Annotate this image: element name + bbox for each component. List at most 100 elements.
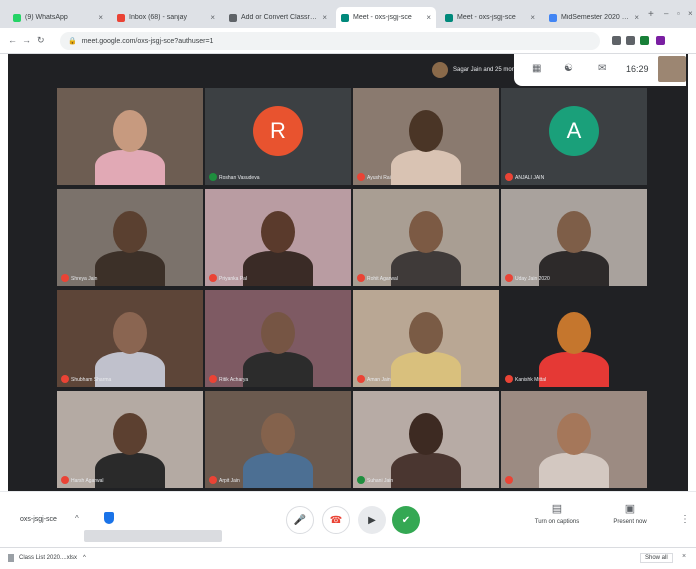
- tooltip-bar: [84, 530, 222, 542]
- present-check-button[interactable]: ✔: [392, 506, 420, 534]
- browser-tab[interactable]: Add or Convert Classroom ×: [224, 7, 332, 28]
- url-text: meet.google.com/oxs-jsgj-sce?authuser=1: [81, 37, 214, 45]
- browser-tab[interactable]: (9) WhatsApp ×: [8, 7, 108, 28]
- participant-tile[interactable]: Uday Jain 2020: [501, 189, 647, 286]
- participant-tile[interactable]: Priyanka Pal: [205, 189, 351, 286]
- close-tab-icon[interactable]: ×: [322, 13, 327, 22]
- close-window-button[interactable]: ×: [688, 9, 693, 18]
- extension-icon[interactable]: [656, 36, 665, 45]
- meeting-controls-bar: oxs-jsgj-sce ^ 🎤 ☎ ▶ ✔ ▤ Turn on caption…: [0, 491, 696, 547]
- present-now-button[interactable]: ▣ Present now: [604, 502, 656, 525]
- participant-video-head: [409, 413, 443, 455]
- participant-video-body: [391, 453, 461, 488]
- participant-video-body: [95, 251, 165, 286]
- participant-video-head: [113, 211, 147, 253]
- maximize-button[interactable]: ▫: [677, 9, 680, 18]
- present-icon: ▣: [624, 503, 636, 515]
- meeting-code[interactable]: oxs-jsgj-sce: [20, 516, 57, 523]
- extension-icon[interactable]: [626, 36, 635, 45]
- mic-muted-icon: [505, 173, 513, 181]
- close-tab-icon[interactable]: ×: [98, 13, 103, 22]
- participant-video-head: [261, 211, 295, 253]
- url-input[interactable]: 🔒 meet.google.com/oxs-jsgj-sce?authuser=…: [60, 32, 600, 50]
- extension-icon[interactable]: [612, 36, 621, 45]
- shield-icon: [104, 512, 114, 524]
- participant-name: Aman Jain: [367, 377, 391, 383]
- meet-grid: Sagar Jain and 25 more ▦ ☯ ✉ 16:29 R Rosh…: [8, 54, 688, 491]
- phone-hangup-icon: ☎: [329, 514, 343, 526]
- close-tab-icon[interactable]: ×: [210, 13, 215, 22]
- forward-arrow-icon[interactable]: →: [22, 35, 31, 45]
- tab-title: Inbox (68) - sanjay: [129, 14, 187, 21]
- participant-tile[interactable]: Ayushi Rai: [353, 88, 499, 185]
- checkmark-icon: ✔: [401, 514, 411, 526]
- self-view-thumbnail[interactable]: [658, 56, 686, 82]
- show-all-button[interactable]: Show all: [640, 553, 673, 563]
- participant-tile[interactable]: Rohit Agarwal: [353, 189, 499, 286]
- participant-video-body: [539, 453, 609, 488]
- reload-icon[interactable]: ↻: [37, 35, 45, 46]
- browser-tab[interactable]: Meet - oxs-jsgj-sce ×: [440, 7, 540, 28]
- participant-name: Harsh Agarwal: [71, 478, 104, 484]
- mic-muted-icon: [61, 375, 69, 383]
- extension-icon[interactable]: [640, 36, 649, 45]
- participant-tile[interactable]: Kanishk Mittal: [501, 290, 647, 387]
- participant-name: Shubham Sharma: [71, 377, 112, 383]
- mic-muted-icon: [209, 375, 217, 383]
- participant-name: Rohit Agarwal: [367, 276, 398, 282]
- captions-button[interactable]: ▤ Turn on captions: [528, 502, 586, 525]
- chevron-up-icon[interactable]: ^: [75, 514, 79, 523]
- close-tab-icon[interactable]: ×: [634, 13, 639, 22]
- participant-tile[interactable]: Shubham Sharma: [57, 290, 203, 387]
- meeting-clock: 16:29: [626, 64, 649, 74]
- chat-icon[interactable]: ✉: [598, 63, 606, 74]
- participant-video-body: [391, 352, 461, 387]
- participant-video-head: [409, 110, 443, 152]
- participant-avatar: R: [253, 106, 303, 156]
- participant-video-head: [557, 312, 591, 354]
- close-icon[interactable]: ×: [682, 553, 686, 560]
- grid-layout-icon[interactable]: ▦: [532, 63, 541, 74]
- participant-tile[interactable]: Aman Jain: [353, 290, 499, 387]
- people-icon[interactable]: ☯: [564, 63, 573, 74]
- participant-video-body: [95, 150, 165, 185]
- participant-tile[interactable]: A ANJALI JAIN: [501, 88, 647, 185]
- participant-video-head: [113, 413, 147, 455]
- close-tab-icon[interactable]: ×: [426, 13, 431, 22]
- tab-title: Meet - oxs-jsgj-sce: [457, 14, 516, 21]
- tab-favicon-icon: [341, 13, 349, 22]
- participant-tile[interactable]: Suhani Jain: [353, 391, 499, 488]
- camera-button[interactable]: ▶: [358, 506, 386, 534]
- participant-tile[interactable]: Shreya Jain: [57, 189, 203, 286]
- participant-tile[interactable]: Arpit Jain: [205, 391, 351, 488]
- participant-tile[interactable]: R Roshan Vasudeva: [205, 88, 351, 185]
- participant-name: Uday Jain 2020: [515, 276, 550, 282]
- hang-up-button[interactable]: ☎: [322, 506, 350, 534]
- mic-muted-icon: [357, 173, 365, 181]
- new-tab-button[interactable]: +: [648, 9, 654, 20]
- participant-tile[interactable]: Harsh Agarwal: [57, 391, 203, 488]
- presenter-info: Sagar Jain and 25 more: [432, 56, 521, 84]
- close-tab-icon[interactable]: ×: [530, 13, 535, 22]
- mic-muted-icon: [505, 375, 513, 383]
- mic-muted-icon: [209, 476, 217, 484]
- tab-favicon-icon: [229, 13, 237, 22]
- microphone-button[interactable]: 🎤: [286, 506, 314, 534]
- download-item[interactable]: Class List 2020....xlsx ^: [8, 554, 86, 562]
- participant-name: Roshan Vasudeva: [219, 175, 260, 181]
- back-arrow-icon[interactable]: ←: [8, 35, 17, 45]
- minimize-button[interactable]: –: [664, 9, 668, 18]
- browser-tab[interactable]: MidSemester 2020 - To ×: [544, 7, 644, 28]
- browser-tab[interactable]: Inbox (68) - sanjay ×: [112, 7, 220, 28]
- browser-tab[interactable]: Meet - oxs-jsgj-sce ×: [336, 7, 436, 28]
- more-options-icon[interactable]: ⋮: [680, 514, 690, 525]
- participant-tile[interactable]: Ritik Acharya: [205, 290, 351, 387]
- chevron-up-icon[interactable]: ^: [83, 555, 86, 561]
- participant-video-head: [557, 413, 591, 455]
- present-label: Present now: [613, 519, 647, 525]
- participant-video-body: [243, 251, 313, 286]
- participant-avatar: A: [549, 106, 599, 156]
- participant-tile[interactable]: [57, 88, 203, 185]
- tab-title: Add or Convert Classroom: [241, 14, 319, 21]
- participant-tile[interactable]: [501, 391, 647, 488]
